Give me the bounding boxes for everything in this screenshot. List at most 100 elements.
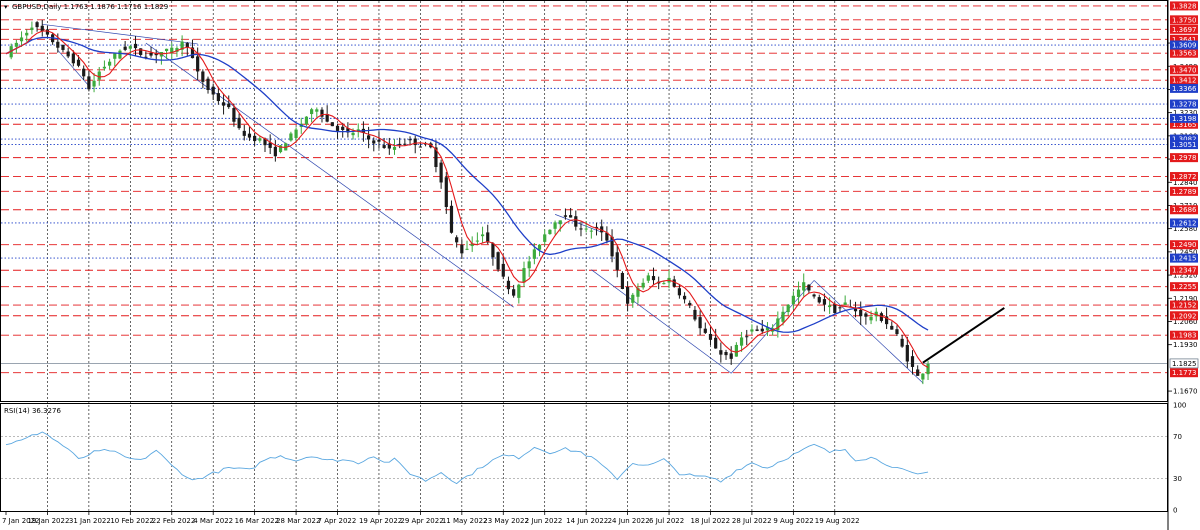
candle-body	[719, 350, 723, 355]
sma-slow-line	[5, 36, 929, 333]
candle-body	[537, 244, 542, 250]
candle-body	[626, 287, 630, 304]
date-label: 16 Mar 2022	[235, 517, 279, 525]
moving-averages	[5, 30, 929, 368]
candle-body	[449, 205, 454, 233]
candle-body	[372, 140, 376, 144]
candle-body	[853, 308, 858, 312]
candle-body	[921, 373, 925, 380]
price-label: 1.3697	[1172, 26, 1197, 34]
candle-body	[14, 42, 18, 47]
candle-body	[123, 46, 127, 50]
price-label: 1.3278	[1172, 101, 1197, 109]
candle-body	[102, 66, 107, 69]
candle-body	[553, 222, 557, 229]
candle-body	[351, 132, 355, 136]
date-label: 23 May 2022	[483, 517, 529, 525]
candle-body	[40, 25, 44, 32]
rsi-tick-label: 0	[1173, 507, 1177, 515]
candle-body	[791, 295, 795, 305]
date-label: 14 Jun 2022	[566, 517, 608, 525]
candle-body	[926, 364, 930, 375]
candle-body	[833, 303, 837, 314]
candle-body	[455, 237, 459, 243]
candles	[9, 20, 930, 385]
candle-body	[211, 86, 215, 95]
candle-body	[465, 248, 469, 250]
trendline	[145, 42, 514, 308]
price-label: 1.3828	[1172, 2, 1197, 10]
rsi-pane-frame	[0, 403, 1168, 512]
candle-body	[755, 329, 759, 331]
candle-body	[403, 143, 407, 145]
candle-body	[82, 68, 86, 77]
price-label: 1.2686	[1172, 206, 1197, 214]
price-label: 1.3750	[1172, 16, 1197, 24]
candle-body	[118, 50, 122, 59]
candle-body	[221, 102, 226, 106]
candle-body	[558, 220, 562, 225]
price-label: 1.1983	[1172, 332, 1197, 340]
chart-window: 100 70 30 0 1.1670 1.1930 1.2060 1.2190 1.2320 1…	[0, 0, 1200, 530]
date-label: 2 Jun 2022	[525, 517, 563, 525]
chart-canvas[interactable]: 10070300 1.16701.19301.20601.21901.23201…	[0, 0, 1200, 530]
candle-body	[475, 240, 479, 242]
candle-body	[631, 294, 635, 303]
candle-body	[19, 37, 24, 42]
candle-body	[729, 353, 733, 359]
date-label: 19 Aug 2022	[815, 517, 860, 525]
rsi-tick-label: 100	[1173, 402, 1186, 410]
candle-body	[310, 109, 314, 115]
candle-body	[802, 282, 806, 291]
price-label: 1.1773	[1172, 369, 1197, 377]
price-label: 1.2612	[1172, 219, 1197, 227]
candle-body	[367, 135, 371, 140]
candle-body	[408, 139, 412, 141]
candle-body	[304, 116, 309, 125]
candle-body	[289, 133, 293, 141]
candle-body	[890, 325, 894, 330]
candle-body	[30, 27, 34, 31]
candle-body	[646, 275, 650, 281]
candle-body	[517, 284, 521, 298]
price-label: 1.3198	[1172, 115, 1197, 123]
candle-body	[377, 139, 381, 142]
candle-body	[418, 146, 422, 148]
candle-body	[750, 329, 754, 332]
rsi-tick-label: 30	[1173, 475, 1182, 483]
candle-body	[392, 146, 397, 150]
candle-body	[828, 305, 832, 308]
price-label: 1.2092	[1172, 312, 1197, 320]
price-label: 1.2978	[1172, 154, 1197, 162]
candle-body	[398, 143, 402, 145]
candle-body	[677, 288, 681, 296]
trendline	[813, 280, 924, 384]
candle-body	[460, 244, 464, 254]
candle-body	[382, 145, 386, 148]
candle-body	[92, 80, 96, 87]
date-label: 7 Apr 2022	[318, 517, 357, 525]
candle-body	[724, 352, 728, 356]
vertical-grid	[47, 1, 836, 511]
date-label: 11 May 2022	[442, 517, 488, 525]
candle-body	[760, 328, 764, 332]
candle-body	[698, 317, 702, 329]
rsi-title: RSI(14) 36.3276	[4, 407, 61, 415]
symbol-dropdown-icon[interactable]: ▾	[4, 3, 8, 11]
candle-body	[45, 29, 50, 35]
candle-body	[35, 22, 39, 28]
date-label: 6 Jul 2022	[649, 517, 684, 525]
candle-body	[532, 249, 536, 259]
candle-body	[688, 302, 692, 306]
candle-body	[258, 138, 262, 141]
candle-body	[164, 48, 169, 51]
sma-fast-line	[5, 30, 929, 368]
horizontal-levels	[1, 5, 1167, 374]
date-label: 29 Apr 2022	[400, 517, 443, 525]
price-label: 1.2872	[1172, 173, 1197, 181]
candle-body	[201, 71, 205, 82]
candle-body	[237, 117, 241, 129]
candle-body	[807, 284, 811, 291]
candle-body	[335, 125, 340, 131]
candle-body	[895, 329, 899, 335]
